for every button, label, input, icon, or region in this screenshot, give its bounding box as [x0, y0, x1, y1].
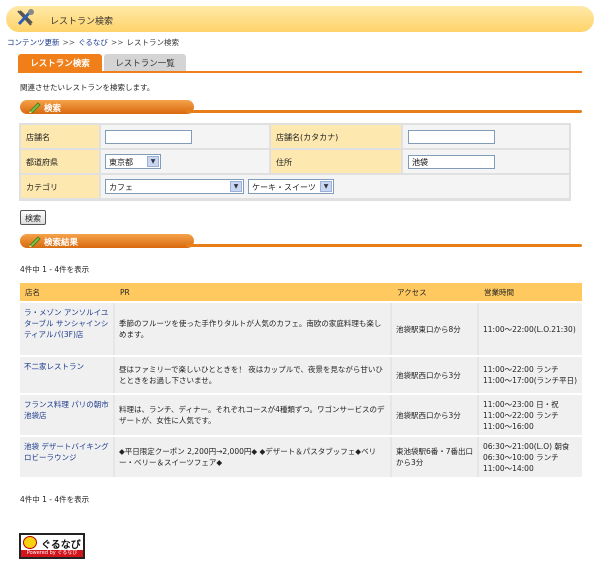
table-row: ラ・メゾン アンソルイユ ターブル サンシャインシティアルパ(3F)店 季節のフ… [20, 303, 582, 355]
logo-word: ぐるなび [41, 540, 81, 551]
result-count-top: 4件中 1 - 4件を表示 [20, 265, 90, 274]
results-section-header: 検索結果 [20, 234, 582, 250]
table-row: 池袋 デザートバイキング ロビーラウンジ ◆平日限定クーポン 2,200円→2,… [20, 437, 582, 477]
restaurant-name-link[interactable]: 池袋 デザートバイキング ロビーラウンジ [20, 437, 113, 477]
restaurant-access: 東池袋駅6番・7番出口から3分 [392, 437, 477, 477]
search-button[interactable]: 検索 [20, 210, 46, 225]
breadcrumb-link-contents[interactable]: コンテンツ更新 [7, 38, 60, 47]
table-row: 不二家レストラン 昼はファミリーで楽しいひとときを！ 夜はカップルで、夜景を見な… [20, 357, 582, 393]
mascot-icon [23, 536, 37, 549]
restaurant-hours: 11:00～22:00(L.O.21:30) [479, 303, 582, 355]
address-input[interactable] [408, 155, 495, 169]
breadcrumb-separator: >> [110, 38, 124, 47]
restaurant-hours: 11:00～23:00 日・祝 11:00～22:00 ランチ 11:00～16… [479, 395, 582, 435]
restaurant-hours: 11:00～22:00 ランチ 11:00～17:00(ランチ平日) [479, 357, 582, 393]
breadcrumb-link-gurunavi[interactable]: ぐるなび [78, 38, 108, 47]
restaurant-name-link[interactable]: 不二家レストラン [20, 357, 113, 393]
tab-restaurant-search[interactable]: レストラン検索 [18, 54, 102, 71]
column-header-name: 店名 [25, 288, 40, 297]
category-cell: カフェ ▼ ケーキ・スイーツ ▼ [101, 175, 569, 198]
form-row-location: 都道府県 東京都 ▼ 住所 [21, 150, 569, 173]
restaurant-access: 池袋駅東口から8分 [392, 303, 477, 355]
category-select[interactable]: カフェ ▼ [105, 179, 244, 194]
restaurant-name-link[interactable]: フランス料理 パリの朝市 池袋店 [20, 395, 113, 435]
logo-tagline: Powered by ぐるなび [21, 550, 83, 557]
tools-icon [17, 9, 34, 26]
breadcrumb: コンテンツ更新 >> ぐるなび >> レストラン検索 [7, 37, 179, 48]
app-title-bar: レストラン検索 [6, 6, 594, 32]
category-select-value: カフェ [109, 183, 133, 192]
form-row-name: 店舗名 店舗名(カタカナ) [21, 125, 569, 148]
section-rule [186, 110, 582, 113]
gurunavi-logo[interactable]: ぐるなび Powered by ぐるなび [19, 533, 85, 559]
search-section-title: 検索 [44, 104, 62, 114]
store-name-cell [101, 125, 269, 148]
search-form: 店舗名 店舗名(カタカナ) 都道府県 東京都 ▼ 住所 カテゴリ カフェ ▼ [19, 123, 571, 201]
store-kana-input[interactable] [408, 130, 495, 144]
store-name-label: 店舗名 [21, 125, 99, 148]
address-cell [403, 150, 569, 173]
form-row-category: カテゴリ カフェ ▼ ケーキ・スイーツ ▼ [21, 175, 569, 198]
store-kana-cell [403, 125, 569, 148]
page-title: レストラン検索 [50, 17, 114, 27]
subcategory-select-value: ケーキ・スイーツ [252, 183, 316, 192]
column-header-hours: 営業時間 [484, 288, 514, 297]
store-name-input[interactable] [105, 130, 192, 144]
results-table-header: 店名 PR アクセス 営業時間 [20, 283, 582, 301]
results-section-title: 検索結果 [44, 238, 79, 248]
tab-underline [18, 71, 582, 73]
section-rule [186, 244, 582, 247]
store-kana-label: 店舗名(カタカナ) [271, 125, 401, 148]
restaurant-name-link[interactable]: ラ・メゾン アンソルイユ ターブル サンシャインシティアルパ(3F)店 [20, 303, 113, 355]
search-section-header: 検索 [20, 100, 582, 116]
restaurant-pr: ◆平日限定クーポン 2,200円→2,000円◆ ◆デザート＆パスタブッフェ◆ベ… [115, 437, 390, 477]
restaurant-hours: 06:30～21:00(L.O) 朝食 06:30～10:00 ランチ 11:0… [479, 437, 582, 477]
tab-restaurant-list[interactable]: レストラン一覧 [104, 54, 186, 71]
intro-text: 関連させたいレストランを検索します。 [20, 83, 155, 92]
restaurant-pr: 昼はファミリーで楽しいひとときを！ 夜はカップルで、夜景を見ながら甘いひとときを… [115, 357, 390, 393]
address-label: 住所 [271, 150, 401, 173]
pencil-icon [29, 236, 41, 247]
restaurant-access: 池袋駅西口から3分 [392, 357, 477, 393]
prefecture-select[interactable]: 東京都 ▼ [105, 154, 161, 169]
restaurant-pr: 季節のフルーツを使った手作りタルトが人気のカフェ。南欧の家庭料理も楽しめます。 [115, 303, 390, 355]
breadcrumb-current: レストラン検索 [126, 38, 180, 47]
subcategory-select[interactable]: ケーキ・スイーツ ▼ [248, 179, 334, 194]
breadcrumb-separator: >> [62, 38, 76, 47]
chevron-down-icon: ▼ [320, 181, 332, 192]
chevron-down-icon: ▼ [230, 181, 242, 192]
category-label: カテゴリ [21, 175, 99, 198]
pencil-icon [29, 102, 41, 113]
column-header-pr: PR [120, 288, 130, 297]
restaurant-access: 池袋駅西口から3分 [392, 395, 477, 435]
restaurant-pr: 料理は、ランチ、ディナー。それぞれコースが4種類ずつ。ワゴンサービスのデザートが… [115, 395, 390, 435]
prefecture-label: 都道府県 [21, 150, 99, 173]
result-count-bottom: 4件中 1 - 4件を表示 [20, 495, 90, 504]
column-header-access: アクセス [397, 288, 427, 297]
chevron-down-icon: ▼ [147, 156, 159, 167]
prefecture-select-value: 東京都 [109, 158, 133, 167]
table-row: フランス料理 パリの朝市 池袋店 料理は、ランチ、ディナー。それぞれコースが4種… [20, 395, 582, 435]
prefecture-cell: 東京都 ▼ [101, 150, 269, 173]
